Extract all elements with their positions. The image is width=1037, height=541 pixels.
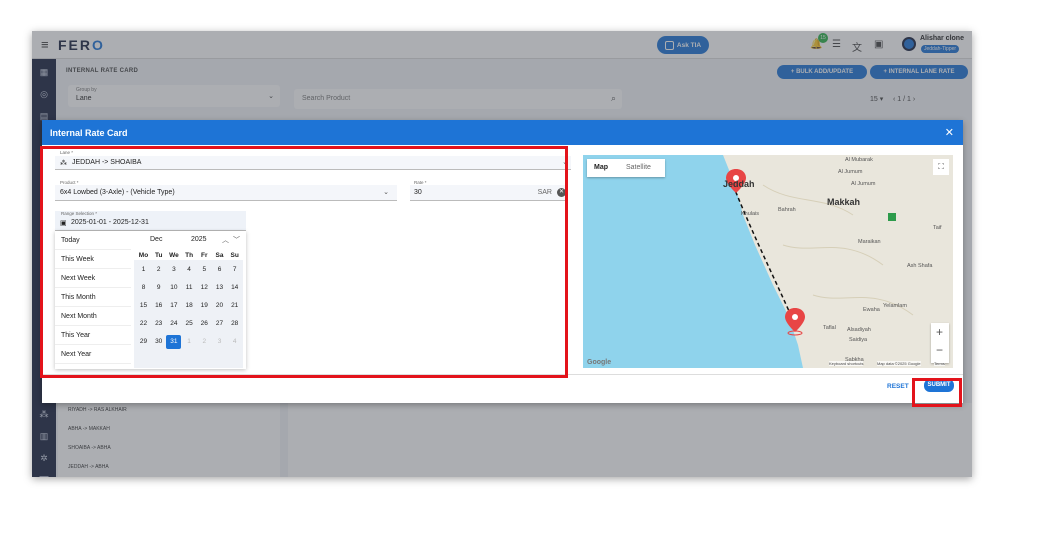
map-canvas bbox=[583, 155, 914, 368]
map-label: Saidiya bbox=[849, 337, 868, 343]
map-label: Ash Shafa bbox=[907, 263, 933, 269]
map-label: Khulais bbox=[741, 211, 760, 217]
map-type-tabs: Map Satellite bbox=[587, 159, 665, 177]
park-marker bbox=[888, 213, 896, 221]
tab-satellite[interactable]: Satellite bbox=[626, 164, 651, 171]
keyboard-shortcuts-link[interactable]: Keyboard shortcuts bbox=[829, 361, 864, 366]
zoom-in-icon[interactable]: + bbox=[936, 325, 943, 339]
route-map[interactable]: Map Satellite ⛶ Jeddah Makkah Al Mubarak… bbox=[583, 155, 953, 368]
map-label: Bahrah bbox=[778, 207, 796, 213]
map-label: Al Mubarak bbox=[845, 157, 873, 163]
reset-button[interactable]: RESET bbox=[887, 383, 909, 390]
zoom-controls: + − bbox=[931, 323, 949, 363]
highlight-form-area bbox=[40, 146, 568, 378]
terms-link[interactable]: Terms bbox=[934, 361, 945, 366]
map-label: Alsadiyah bbox=[847, 327, 871, 333]
map-label: Ewaha bbox=[863, 307, 880, 313]
fullscreen-icon[interactable]: ⛶ bbox=[933, 159, 949, 175]
map-label: Yelamlam bbox=[883, 303, 907, 309]
red-sea bbox=[583, 155, 803, 368]
map-label: Taif bbox=[933, 225, 942, 231]
map-label: Al Jumum bbox=[851, 181, 876, 187]
tab-map[interactable]: Map bbox=[594, 164, 608, 171]
google-logo: Google bbox=[587, 359, 612, 366]
map-city-jeddah: Jeddah bbox=[723, 179, 755, 189]
map-city-makkah: Makkah bbox=[827, 197, 861, 207]
highlight-submit bbox=[912, 378, 962, 407]
map-data-attribution: Map data ©2025 Google bbox=[877, 361, 921, 366]
map-label: Al Jumum bbox=[838, 169, 863, 175]
modal-title: Internal Rate Card bbox=[50, 128, 128, 138]
zoom-out-icon[interactable]: − bbox=[936, 343, 943, 357]
map-label: Maraikan bbox=[858, 239, 881, 245]
map-label: Taflal bbox=[823, 325, 836, 331]
close-icon[interactable]: ✕ bbox=[945, 126, 954, 139]
modal-header: Internal Rate Card ✕ bbox=[42, 120, 963, 145]
